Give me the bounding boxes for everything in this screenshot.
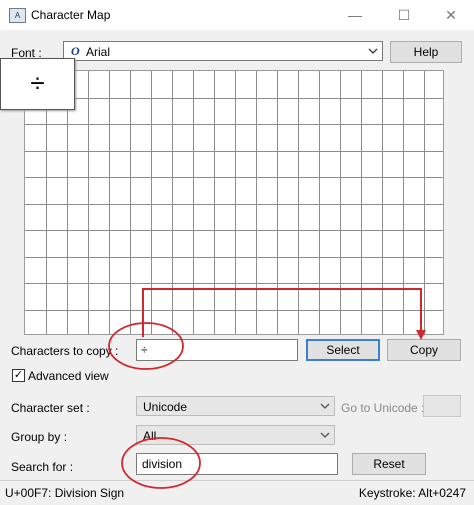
group-by-value: All (143, 429, 157, 443)
goto-unicode-input[interactable] (423, 395, 461, 417)
character-set-value: Unicode (143, 400, 188, 414)
character-set-select[interactable]: Unicode (136, 396, 335, 416)
opentype-font-icon: O (71, 44, 80, 58)
font-select[interactable]: O Arial (63, 41, 383, 61)
enlarged-character-preview: ÷ (0, 58, 75, 110)
chevron-down-icon (320, 403, 330, 409)
goto-unicode-label: Go to Unicode : (341, 401, 425, 415)
search-for-label: Search for : (11, 460, 74, 474)
font-select-value: Arial (86, 45, 111, 59)
characters-to-copy-input[interactable]: ÷ (136, 339, 298, 361)
close-button[interactable]: ✕ (440, 4, 462, 26)
help-button[interactable]: Help (390, 41, 462, 63)
chevron-down-icon (368, 48, 378, 54)
status-character-info: U+00F7: Division Sign (5, 486, 125, 500)
status-bar: U+00F7: Division Sign Keystroke: Alt+024… (0, 480, 474, 505)
status-keystroke: Keystroke: Alt+0247 (358, 486, 466, 500)
search-input[interactable]: division (136, 453, 338, 475)
group-by-label: Group by : (11, 430, 68, 444)
copy-button[interactable]: Copy (387, 339, 461, 361)
maximize-button[interactable]: ☐ (393, 4, 415, 26)
select-button[interactable]: Select (306, 339, 380, 361)
group-by-select[interactable]: All (136, 425, 335, 445)
character-set-label: Character set : (11, 401, 90, 415)
advanced-view-label: Advanced view (28, 369, 109, 383)
character-grid[interactable] (24, 70, 444, 335)
charmap-app-icon: A (9, 8, 26, 23)
characters-to-copy-label: Characters to copy : (11, 344, 119, 358)
characters-to-copy-value: ÷ (141, 343, 148, 357)
title-bar: A Character Map — ☐ ✕ (0, 0, 474, 30)
advanced-view-checkbox[interactable]: ✓ (12, 369, 25, 382)
chevron-down-icon (320, 432, 330, 438)
window-title: Character Map (31, 8, 111, 22)
reset-button[interactable]: Reset (352, 453, 426, 475)
character-grid-lines (25, 71, 443, 334)
minimize-button[interactable]: — (344, 4, 366, 26)
search-input-value: division (142, 457, 183, 471)
